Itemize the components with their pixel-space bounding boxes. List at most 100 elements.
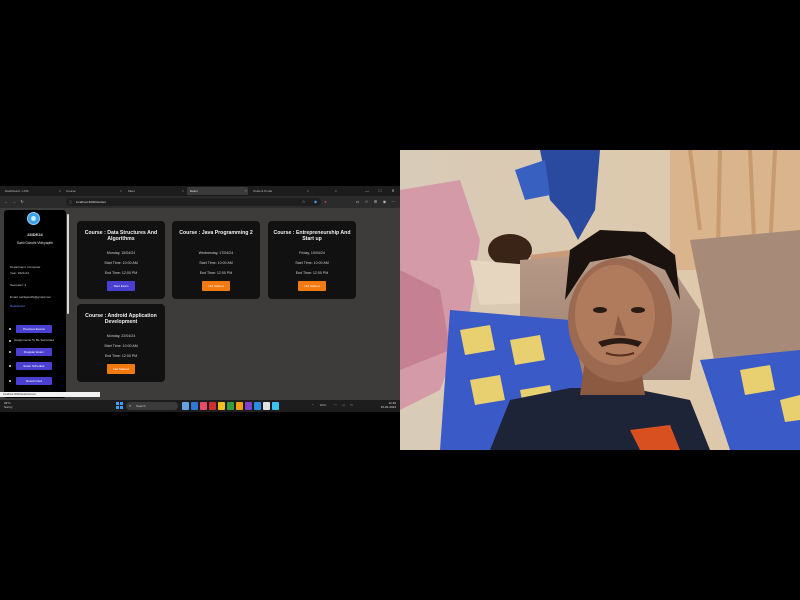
maximize-icon[interactable]: □	[374, 186, 386, 196]
app-icon[interactable]	[263, 402, 270, 410]
tab-label: Meet	[128, 189, 135, 193]
address-toolbar: ← → ↻ ⓘ localhost:3000/student ☆ ◆ ● ▭ ✩…	[0, 196, 400, 208]
collections-icon[interactable]: ⊞	[372, 198, 379, 206]
clock-date: 15-04-2024	[380, 405, 396, 409]
battery-icon[interactable]: ▭	[350, 403, 353, 407]
task-view-icon[interactable]	[182, 402, 189, 410]
card-date: Friday, 19/04/24	[299, 251, 325, 255]
vscode-icon[interactable]	[245, 402, 252, 410]
language-indicator[interactable]: ENG	[320, 403, 327, 407]
shared-screen: Dashboard - LMS ✕ Course ✕ Meet ✕ Exam ✕ Stu…	[0, 186, 400, 412]
institute-name: Sahil Gandhi Vidhyapith	[16, 241, 54, 245]
app-icon[interactable]	[200, 402, 207, 410]
card-end-time: End Time: 12:00 PM	[104, 271, 138, 275]
forward-icon[interactable]: →	[11, 198, 17, 206]
exam-card: Course : Android Application Development…	[77, 304, 165, 382]
exam-status-button[interactable]: Not Started	[202, 281, 230, 291]
bullet-icon	[9, 365, 11, 367]
file-explorer-icon[interactable]	[218, 402, 225, 410]
search-icon: ⌕	[129, 403, 132, 408]
webcam-image	[400, 150, 800, 450]
exam-status-button[interactable]: Not Started	[298, 281, 326, 291]
app-icon[interactable]	[254, 402, 261, 410]
taskbar-clock[interactable]: 12:30 15-04-2024	[381, 401, 396, 409]
app-icon[interactable]	[272, 402, 279, 410]
browser-tab[interactable]: ✕	[312, 187, 338, 195]
taskbar-search[interactable]: ⌕ Search	[126, 402, 178, 410]
star-icon[interactable]: ☆	[300, 198, 307, 206]
extension-icon[interactable]: ◆	[312, 198, 319, 206]
close-icon[interactable]: ✕	[334, 187, 337, 195]
browser-tab[interactable]: Meet ✕	[125, 187, 185, 195]
info-department: Department: Computer	[10, 265, 41, 269]
edge-icon[interactable]	[191, 402, 198, 410]
weather-widget[interactable]: 32°C Sunny	[4, 401, 13, 409]
url-bar[interactable]: ⓘ localhost:3000/student	[66, 198, 321, 206]
app-icon[interactable]	[209, 402, 216, 410]
wifi-icon[interactable]: ◠	[334, 403, 337, 407]
minimize-icon[interactable]: —	[361, 186, 373, 196]
previous-exams-button[interactable]: Previous Exams	[16, 325, 52, 333]
close-icon[interactable]: ✕	[306, 187, 309, 195]
tab-label: Course	[66, 189, 76, 193]
close-icon[interactable]: ✕	[244, 187, 247, 195]
volume-icon[interactable]: ◁	[342, 403, 344, 407]
menu-link[interactable]: Assignments To Be Submitted	[14, 338, 54, 342]
favorites-icon[interactable]: ✩	[363, 198, 370, 206]
browser-tab-bar: Dashboard - LMS ✕ Course ✕ Meet ✕ Exam ✕ Stu…	[0, 186, 400, 196]
browser-tab[interactable]: Dashboard - LMS ✕	[2, 187, 62, 195]
tab-label: Exam	[190, 189, 198, 193]
card-title: Course : Java Programming 2	[179, 230, 253, 236]
card-date: Monday, 22/04/24	[106, 334, 136, 338]
avatar	[27, 212, 40, 225]
extension-icon[interactable]: ●	[322, 198, 329, 206]
browser-tab-active[interactable]: Exam ✕	[187, 187, 248, 195]
info-icon[interactable]: ⓘ	[69, 198, 72, 206]
bullet-icon	[9, 351, 11, 353]
info-semester: Semester: 4	[10, 283, 27, 287]
result-card-button[interactable]: Result Card	[16, 377, 52, 385]
info-email: Email: sahilgandhi@gmail.com	[10, 295, 52, 299]
app-icon[interactable]	[236, 402, 243, 410]
bullet-icon	[9, 340, 11, 342]
link-status-bar: localhost:3000/student/exam	[0, 392, 100, 397]
section-label: Dashboard	[10, 304, 25, 308]
exam-card: Course : Data Structures And Algorithms …	[77, 221, 165, 299]
exam-card: Course : Entrepreneurship And Start up F…	[268, 221, 356, 299]
close-icon[interactable]: ✕	[119, 187, 122, 195]
card-title: Course : Data Structures And Algorithms	[84, 230, 158, 242]
menu-icon[interactable]: ⋯	[390, 198, 397, 206]
register-exam-button[interactable]: Register Exam	[16, 348, 52, 356]
browser-tab[interactable]: Student Portal ✕	[250, 187, 310, 195]
card-start-time: Start Time: 10:00 AM	[104, 261, 138, 265]
webcam-feed	[400, 150, 800, 450]
browser-tab[interactable]: Course ✕	[63, 187, 123, 195]
profile-icon[interactable]: ◉	[381, 198, 388, 206]
close-window-icon[interactable]: ✕	[387, 186, 399, 196]
exam-schedule-button[interactable]: Exam Schedule	[16, 362, 52, 370]
card-date: Wednesday, 17/04/24	[198, 251, 234, 255]
web-page: 23IDE24 Sahil Gandhi Vidhyapith Departme…	[0, 208, 400, 400]
card-title: Course : Entrepreneurship And Start up	[273, 230, 351, 242]
card-end-time: End Time: 12:00 PM	[199, 271, 233, 275]
tab-label: Dashboard - LMS	[5, 189, 29, 193]
tray-up-icon[interactable]: ^	[312, 403, 313, 407]
card-start-time: Start Time: 10:00 AM	[199, 261, 233, 265]
card-end-time: End Time: 12:00 PM	[104, 354, 138, 358]
weather-desc: Sunny	[4, 405, 13, 409]
close-icon[interactable]: ✕	[58, 187, 61, 195]
tab-label: Student Portal	[253, 189, 273, 193]
reload-icon[interactable]: ↻	[19, 198, 25, 206]
close-icon[interactable]: ✕	[181, 187, 184, 195]
sidebar-scrollbar[interactable]	[67, 214, 69, 314]
info-year: Year: 2023-24	[10, 271, 29, 275]
back-icon[interactable]: ←	[3, 198, 9, 206]
split-screen-icon[interactable]: ▭	[354, 198, 361, 206]
sidebar: 23IDE24 Sahil Gandhi Vidhyapith Departme…	[4, 210, 69, 398]
start-exam-button[interactable]: Start Exam	[107, 281, 135, 291]
chrome-icon[interactable]	[227, 402, 234, 410]
search-placeholder: Search	[136, 404, 146, 408]
card-start-time: Start Time: 10:00 AM	[295, 261, 329, 265]
windows-start-icon[interactable]	[116, 402, 124, 410]
exam-status-button[interactable]: Not Started	[107, 364, 135, 374]
